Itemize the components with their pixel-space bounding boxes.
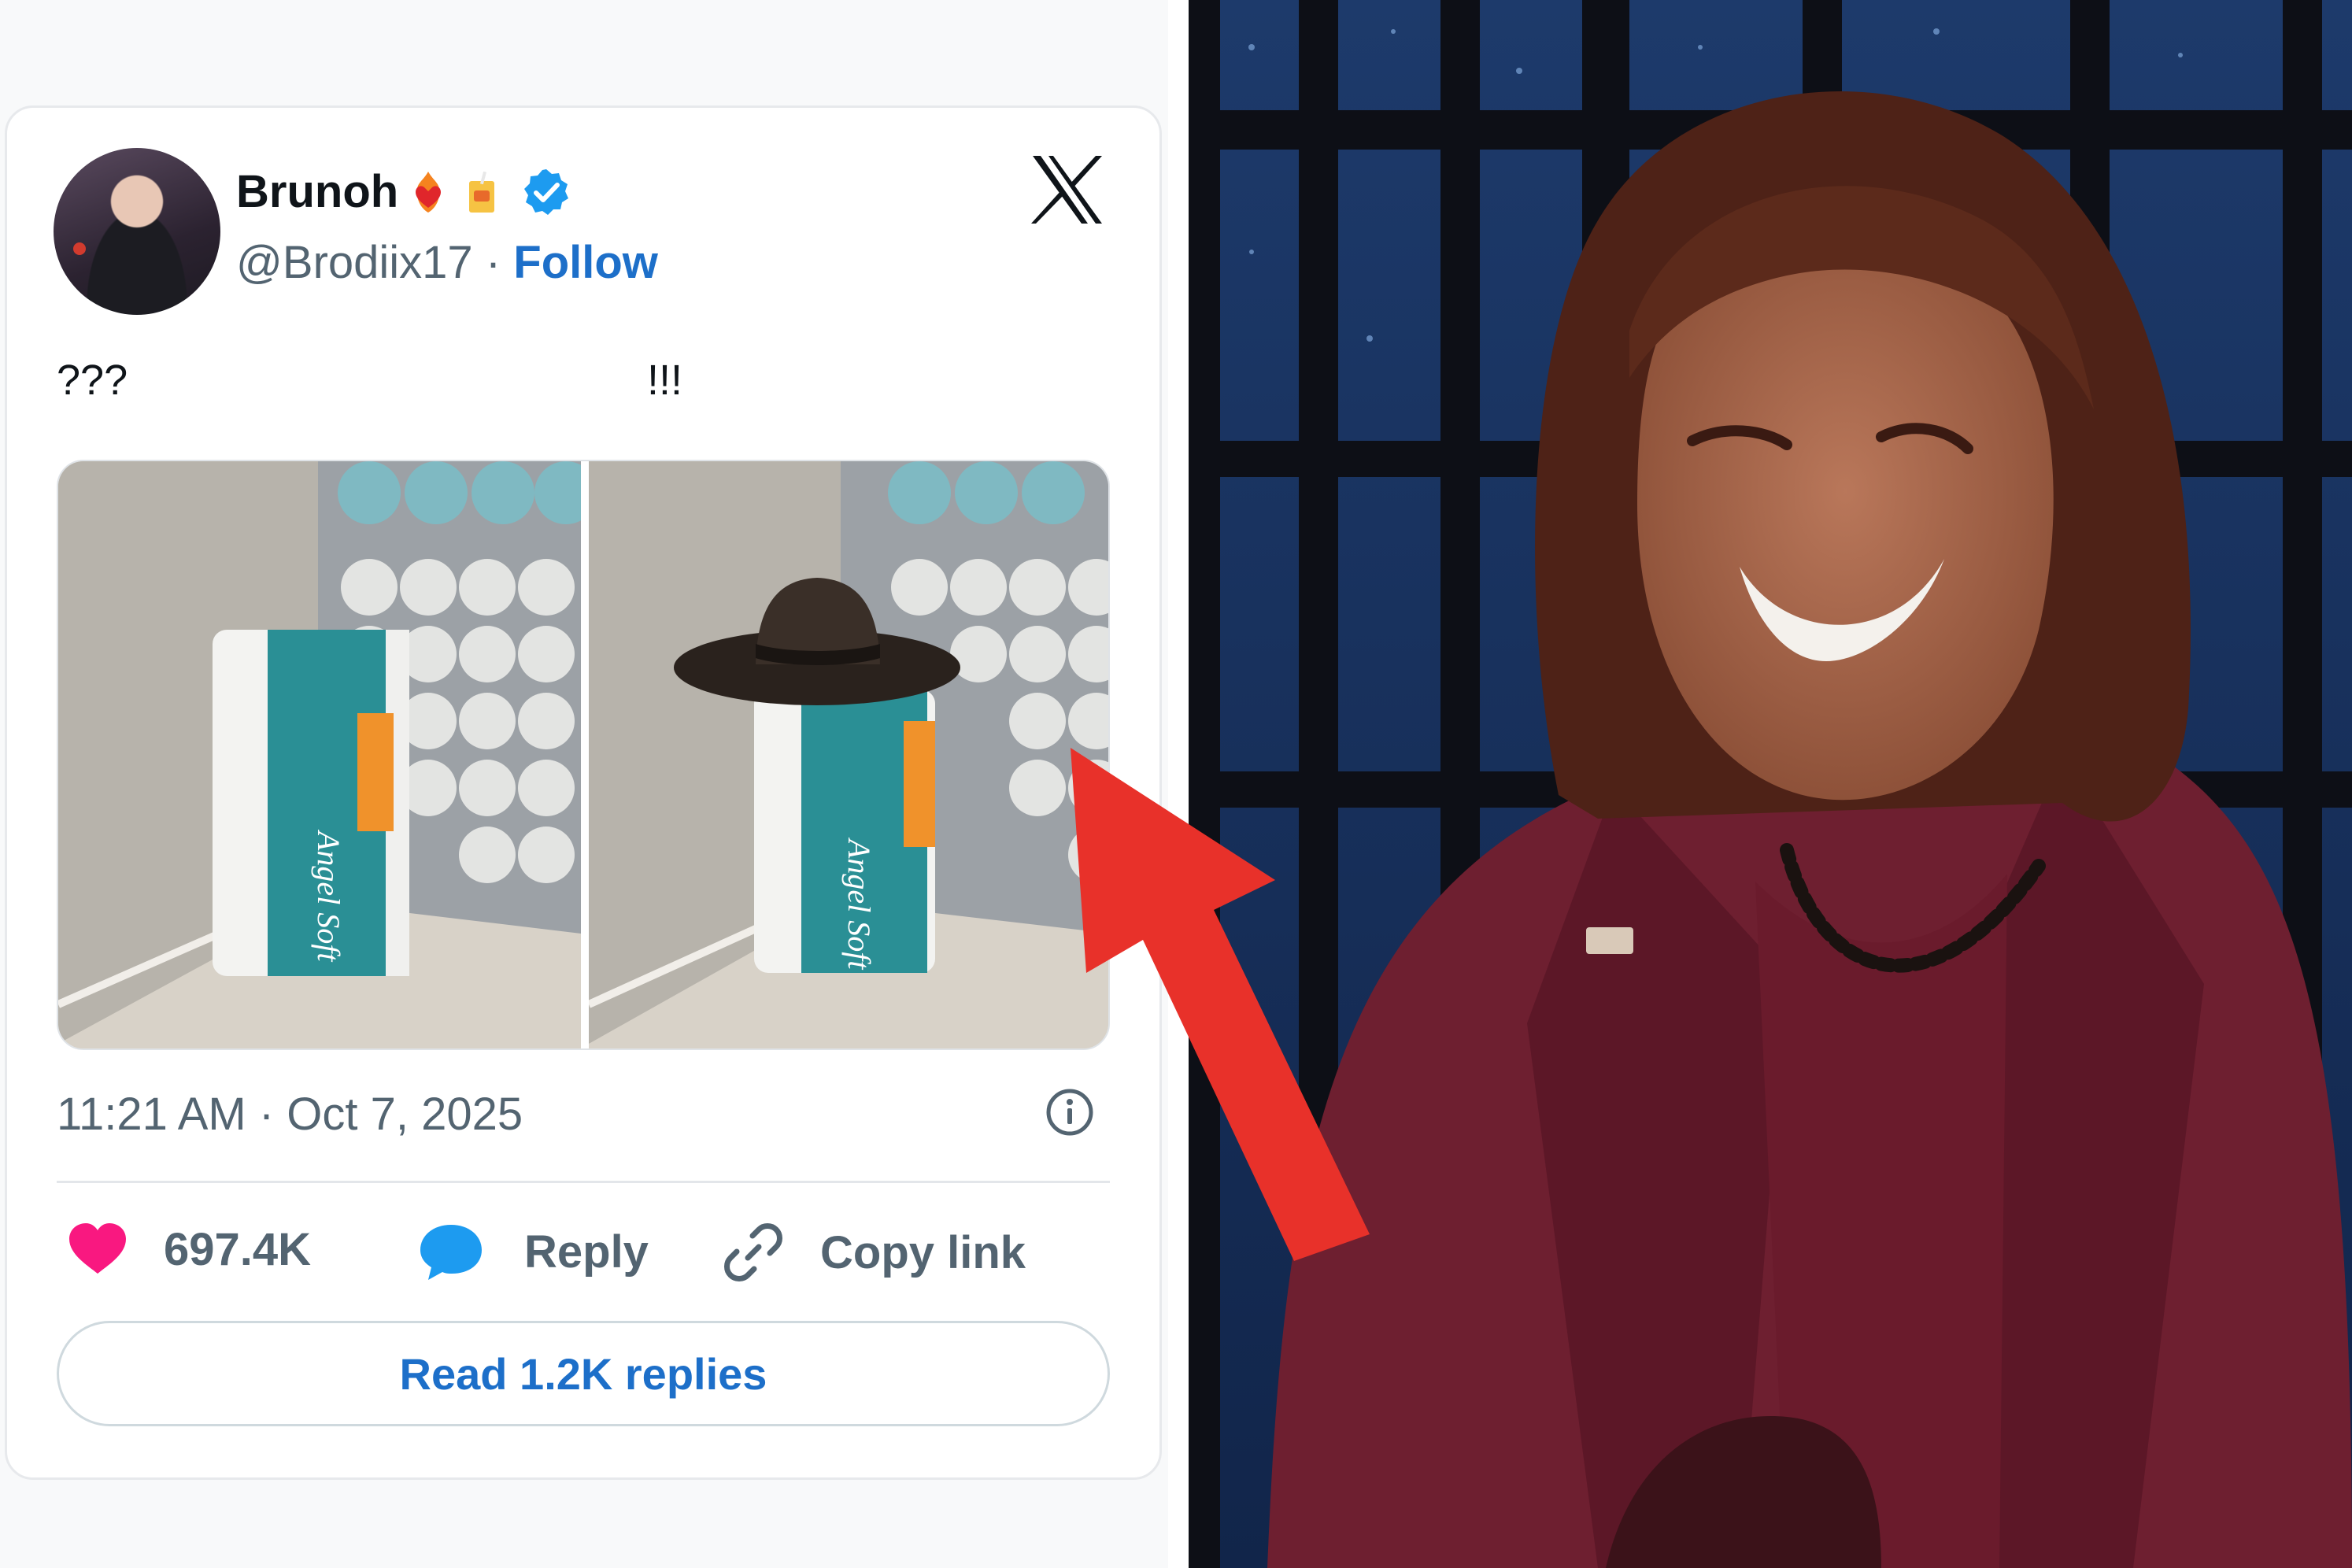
svg-text:Angel Soft: Angel Soft <box>311 829 346 962</box>
red-arrow-icon <box>1071 748 1370 1261</box>
beverage-box-icon <box>469 171 495 213</box>
copy-link-label: Copy link <box>820 1226 1026 1278</box>
x-logo-icon[interactable] <box>1030 154 1105 225</box>
reply-button[interactable]: Reply <box>417 1222 649 1281</box>
reply-label: Reply <box>524 1226 649 1278</box>
display-name[interactable]: Brunoh <box>236 165 398 218</box>
likes-count: 697.4K <box>164 1223 312 1275</box>
link-icon <box>724 1223 782 1281</box>
heart-on-fire-icon <box>416 171 442 213</box>
tweet-text-left: ??? <box>57 357 128 404</box>
verified-badge-icon <box>524 168 569 215</box>
reply-bubble-icon <box>420 1225 482 1280</box>
follow-button[interactable]: Follow <box>513 237 658 288</box>
divider-line <box>57 1181 1110 1183</box>
tweet-media[interactable]: Angel Soft Angel Soft <box>57 460 1110 1050</box>
handle-line: @Brodiix17 · Follow <box>236 236 658 289</box>
user-handle[interactable]: @Brodiix17 <box>236 237 473 288</box>
read-replies-button[interactable]: Read 1.2K replies <box>57 1321 1110 1426</box>
separator: · <box>485 237 501 288</box>
media-photo-toilet-paper-with-hat[interactable]: Angel Soft <box>589 461 1108 1048</box>
svg-text:Angel Soft: Angel Soft <box>841 837 877 970</box>
display-name-row[interactable]: Brunoh <box>236 165 571 218</box>
copy-link-button[interactable]: Copy link <box>723 1222 1026 1283</box>
like-button[interactable]: 697.4K <box>66 1222 311 1277</box>
tweet-panel: Brunoh @Brodiix17 · Follow ??? !!! Angel… <box>0 0 1168 1568</box>
avatar[interactable] <box>54 148 220 315</box>
tweet-timestamp[interactable]: 11:21 AM · Oct 7, 2025 <box>57 1088 523 1141</box>
media-photo-toilet-paper[interactable]: Angel Soft <box>58 461 581 1048</box>
heart-icon <box>69 1223 126 1274</box>
tweet-text-right: !!! <box>647 357 683 404</box>
